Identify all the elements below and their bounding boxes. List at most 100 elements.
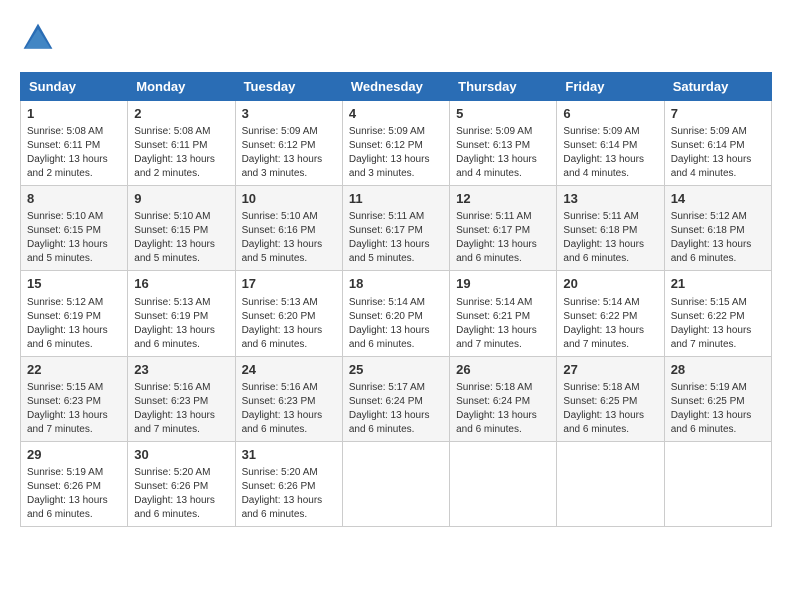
calendar-cell: 2 Sunrise: 5:08 AM Sunset: 6:11 PM Daylig…	[128, 101, 235, 186]
calendar-cell: 12 Sunrise: 5:11 AM Sunset: 6:17 PM Dayli…	[450, 186, 557, 271]
calendar-cell	[342, 441, 449, 526]
calendar-cell: 1Sunrise: 5:08 AM Sunset: 6:11 PM Daylig…	[21, 101, 128, 186]
day-number: 28	[671, 361, 765, 379]
day-info: Sunrise: 5:14 AM Sunset: 6:21 PM Dayligh…	[456, 296, 550, 352]
day-number: 2	[134, 105, 228, 123]
calendar-cell: 7 Sunrise: 5:09 AM Sunset: 6:14 PM Daylig…	[664, 101, 771, 186]
day-number: 26	[456, 361, 550, 379]
calendar-cell: 27 Sunrise: 5:18 AM Sunset: 6:25 PM Dayli…	[557, 356, 664, 441]
day-info: Sunrise: 5:16 AM Sunset: 6:23 PM Dayligh…	[134, 381, 228, 437]
day-info: Sunrise: 5:17 AM Sunset: 6:24 PM Dayligh…	[349, 381, 443, 437]
day-number: 21	[671, 275, 765, 293]
logo-icon	[20, 20, 56, 56]
day-number: 7	[671, 105, 765, 123]
calendar-cell: 15 Sunrise: 5:12 AM Sunset: 6:19 PM Dayli…	[21, 271, 128, 356]
calendar-cell: 21 Sunrise: 5:15 AM Sunset: 6:22 PM Dayli…	[664, 271, 771, 356]
day-info: Sunrise: 5:09 AM Sunset: 6:14 PM Dayligh…	[563, 125, 657, 181]
day-info: Sunrise: 5:09 AM Sunset: 6:14 PM Dayligh…	[671, 125, 765, 181]
day-number: 20	[563, 275, 657, 293]
calendar-cell: 31 Sunrise: 5:20 AM Sunset: 6:26 PM Dayli…	[235, 441, 342, 526]
col-header-thursday: Thursday	[450, 73, 557, 101]
day-number: 6	[563, 105, 657, 123]
calendar-cell: 23 Sunrise: 5:16 AM Sunset: 6:23 PM Dayli…	[128, 356, 235, 441]
day-info: Sunrise: 5:15 AM Sunset: 6:23 PM Dayligh…	[27, 381, 121, 437]
day-number: 19	[456, 275, 550, 293]
day-number: 10	[242, 190, 336, 208]
day-number: 23	[134, 361, 228, 379]
calendar-cell: 3 Sunrise: 5:09 AM Sunset: 6:12 PM Daylig…	[235, 101, 342, 186]
day-info: Sunrise: 5:08 AM Sunset: 6:11 PM Dayligh…	[134, 125, 228, 181]
day-info: Sunrise: 5:16 AM Sunset: 6:23 PM Dayligh…	[242, 381, 336, 437]
day-info: Sunrise: 5:19 AM Sunset: 6:26 PM Dayligh…	[27, 466, 121, 522]
calendar-cell: 19 Sunrise: 5:14 AM Sunset: 6:21 PM Dayli…	[450, 271, 557, 356]
calendar-cell: 10 Sunrise: 5:10 AM Sunset: 6:16 PM Dayli…	[235, 186, 342, 271]
col-header-monday: Monday	[128, 73, 235, 101]
calendar-table: SundayMondayTuesdayWednesdayThursdayFrid…	[20, 72, 772, 527]
calendar-cell: 11 Sunrise: 5:11 AM Sunset: 6:17 PM Dayli…	[342, 186, 449, 271]
day-info: Sunrise: 5:11 AM Sunset: 6:17 PM Dayligh…	[456, 210, 550, 266]
col-header-tuesday: Tuesday	[235, 73, 342, 101]
day-number: 9	[134, 190, 228, 208]
day-number: 27	[563, 361, 657, 379]
day-number: 4	[349, 105, 443, 123]
col-header-saturday: Saturday	[664, 73, 771, 101]
day-info: Sunrise: 5:08 AM Sunset: 6:11 PM Dayligh…	[27, 125, 121, 181]
calendar-week-5: 29 Sunrise: 5:19 AM Sunset: 6:26 PM Dayli…	[21, 441, 772, 526]
calendar-cell: 22 Sunrise: 5:15 AM Sunset: 6:23 PM Dayli…	[21, 356, 128, 441]
day-info: Sunrise: 5:09 AM Sunset: 6:13 PM Dayligh…	[456, 125, 550, 181]
calendar-week-1: 1Sunrise: 5:08 AM Sunset: 6:11 PM Daylig…	[21, 101, 772, 186]
day-number: 25	[349, 361, 443, 379]
day-number: 12	[456, 190, 550, 208]
day-info: Sunrise: 5:14 AM Sunset: 6:22 PM Dayligh…	[563, 296, 657, 352]
day-number: 11	[349, 190, 443, 208]
day-info: Sunrise: 5:09 AM Sunset: 6:12 PM Dayligh…	[242, 125, 336, 181]
calendar-cell: 6 Sunrise: 5:09 AM Sunset: 6:14 PM Daylig…	[557, 101, 664, 186]
logo	[20, 20, 60, 56]
day-info: Sunrise: 5:11 AM Sunset: 6:17 PM Dayligh…	[349, 210, 443, 266]
calendar-cell: 16Sunrise: 5:13 AM Sunset: 6:19 PM Dayli…	[128, 271, 235, 356]
day-info: Sunrise: 5:14 AM Sunset: 6:20 PM Dayligh…	[349, 296, 443, 352]
day-info: Sunrise: 5:19 AM Sunset: 6:25 PM Dayligh…	[671, 381, 765, 437]
day-info: Sunrise: 5:18 AM Sunset: 6:25 PM Dayligh…	[563, 381, 657, 437]
calendar-cell: 26 Sunrise: 5:18 AM Sunset: 6:24 PM Dayli…	[450, 356, 557, 441]
day-info: Sunrise: 5:10 AM Sunset: 6:16 PM Dayligh…	[242, 210, 336, 266]
calendar-cell	[664, 441, 771, 526]
calendar-cell	[557, 441, 664, 526]
calendar-cell: 25 Sunrise: 5:17 AM Sunset: 6:24 PM Dayli…	[342, 356, 449, 441]
col-header-friday: Friday	[557, 73, 664, 101]
day-number: 3	[242, 105, 336, 123]
calendar-cell: 24 Sunrise: 5:16 AM Sunset: 6:23 PM Dayli…	[235, 356, 342, 441]
day-number: 14	[671, 190, 765, 208]
day-info: Sunrise: 5:10 AM Sunset: 6:15 PM Dayligh…	[27, 210, 121, 266]
calendar-cell: 17Sunrise: 5:13 AM Sunset: 6:20 PM Dayli…	[235, 271, 342, 356]
page-header	[20, 20, 772, 56]
day-info: Sunrise: 5:18 AM Sunset: 6:24 PM Dayligh…	[456, 381, 550, 437]
day-info: Sunrise: 5:20 AM Sunset: 6:26 PM Dayligh…	[242, 466, 336, 522]
calendar-cell: 4Sunrise: 5:09 AM Sunset: 6:12 PM Daylig…	[342, 101, 449, 186]
day-info: Sunrise: 5:20 AM Sunset: 6:26 PM Dayligh…	[134, 466, 228, 522]
col-header-wednesday: Wednesday	[342, 73, 449, 101]
calendar-cell: 9 Sunrise: 5:10 AM Sunset: 6:15 PM Daylig…	[128, 186, 235, 271]
day-info: Sunrise: 5:12 AM Sunset: 6:18 PM Dayligh…	[671, 210, 765, 266]
day-number: 29	[27, 446, 121, 464]
day-number: 24	[242, 361, 336, 379]
day-info: Sunrise: 5:10 AM Sunset: 6:15 PM Dayligh…	[134, 210, 228, 266]
calendar-cell	[450, 441, 557, 526]
day-number: 8	[27, 190, 121, 208]
calendar-week-2: 8 Sunrise: 5:10 AM Sunset: 6:15 PM Daylig…	[21, 186, 772, 271]
day-info: Sunrise: 5:15 AM Sunset: 6:22 PM Dayligh…	[671, 296, 765, 352]
calendar-cell: 20 Sunrise: 5:14 AM Sunset: 6:22 PM Dayli…	[557, 271, 664, 356]
day-number: 30	[134, 446, 228, 464]
calendar-cell: 13Sunrise: 5:11 AM Sunset: 6:18 PM Dayli…	[557, 186, 664, 271]
day-number: 31	[242, 446, 336, 464]
day-number: 5	[456, 105, 550, 123]
day-number: 15	[27, 275, 121, 293]
calendar-cell: 28 Sunrise: 5:19 AM Sunset: 6:25 PM Dayli…	[664, 356, 771, 441]
calendar-week-3: 15 Sunrise: 5:12 AM Sunset: 6:19 PM Dayli…	[21, 271, 772, 356]
calendar-cell: 30 Sunrise: 5:20 AM Sunset: 6:26 PM Dayli…	[128, 441, 235, 526]
day-number: 22	[27, 361, 121, 379]
calendar-week-4: 22 Sunrise: 5:15 AM Sunset: 6:23 PM Dayli…	[21, 356, 772, 441]
calendar-cell: 29 Sunrise: 5:19 AM Sunset: 6:26 PM Dayli…	[21, 441, 128, 526]
day-number: 16	[134, 275, 228, 293]
day-info: Sunrise: 5:12 AM Sunset: 6:19 PM Dayligh…	[27, 296, 121, 352]
